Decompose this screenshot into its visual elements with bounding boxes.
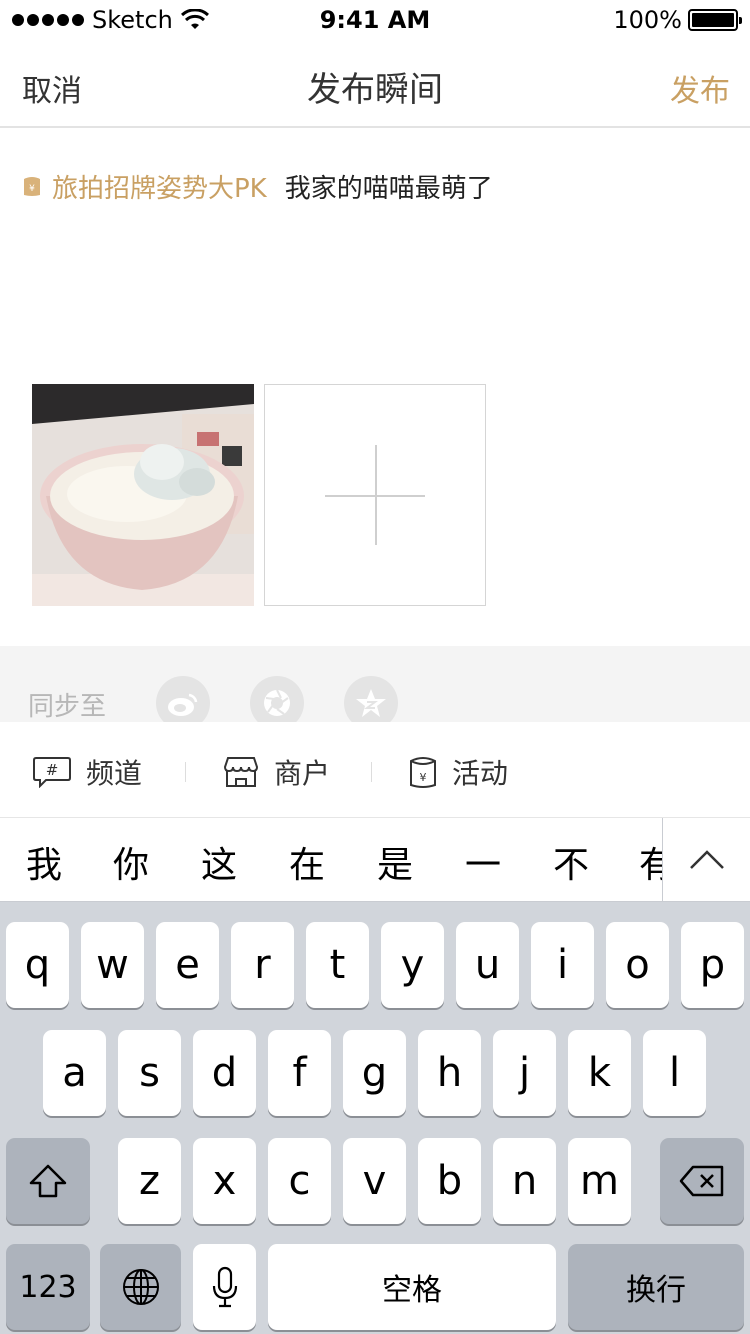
candidate-list: 我 你 这 在 是 一 不 有 xyxy=(0,818,662,901)
return-key[interactable]: 换行 xyxy=(568,1244,744,1330)
key-p[interactable]: p xyxy=(681,922,744,1008)
photo-thumbnail[interactable] xyxy=(32,384,254,606)
key-t[interactable]: t xyxy=(306,922,369,1008)
key-w[interactable]: w xyxy=(81,922,144,1008)
globe-icon xyxy=(122,1269,159,1305)
microphone-icon xyxy=(212,1266,237,1308)
numbers-key[interactable]: 123 xyxy=(6,1244,90,1330)
activity-button[interactable]: ¥ 活动 xyxy=(408,752,508,792)
key-h[interactable]: h xyxy=(418,1030,481,1116)
topic-tag[interactable]: 旅拍招牌姿势大PK xyxy=(52,168,267,205)
key-a[interactable]: a xyxy=(43,1030,106,1116)
shop-button[interactable]: 商户 xyxy=(222,752,330,792)
shift-key[interactable] xyxy=(6,1138,90,1224)
key-e[interactable]: e xyxy=(156,922,219,1008)
key-z[interactable]: z xyxy=(118,1138,181,1224)
expand-candidates-button[interactable] xyxy=(662,818,750,901)
post-text: 我家的喵喵最萌了 xyxy=(284,173,493,204)
key-k[interactable]: k xyxy=(568,1030,631,1116)
keyboard: q w e r t y u i o p a s d f g h j k l z … xyxy=(0,902,750,1334)
key-m[interactable]: m xyxy=(568,1138,631,1224)
key-i[interactable]: i xyxy=(531,922,594,1008)
svg-text:¥: ¥ xyxy=(420,771,427,784)
page-title: 发布瞬间 xyxy=(307,70,443,110)
channel-label: 频道 xyxy=(86,757,143,790)
key-g[interactable]: g xyxy=(343,1030,406,1116)
key-u[interactable]: u xyxy=(456,922,519,1008)
toolbar-divider xyxy=(371,762,372,782)
svg-text:#: # xyxy=(46,761,59,779)
post-composer[interactable]: ¥ 旅拍招牌姿势大PK 我家的喵喵最萌了 xyxy=(22,166,493,206)
activity-icon: ¥ xyxy=(410,757,436,788)
candidate-word[interactable]: 一 xyxy=(453,836,513,888)
microphone-key[interactable] xyxy=(193,1244,256,1330)
battery-icon xyxy=(688,9,742,31)
candidate-word[interactable]: 你 xyxy=(101,836,161,888)
publish-button[interactable]: 发布 xyxy=(670,66,730,110)
candidate-word[interactable]: 我 xyxy=(14,836,74,888)
navigation-bar: 取消 发布瞬间 发布 xyxy=(0,40,750,128)
svg-text:¥: ¥ xyxy=(29,184,35,194)
status-bar: Sketch 9:41 AM 100% xyxy=(0,0,750,40)
key-f[interactable]: f xyxy=(268,1030,331,1116)
add-photo-button[interactable] xyxy=(264,384,486,606)
channel-button[interactable]: # 频道 xyxy=(32,752,142,792)
dessert-photo xyxy=(32,384,254,606)
candidate-word[interactable]: 不 xyxy=(541,836,601,888)
key-n[interactable]: n xyxy=(493,1138,556,1224)
battery-percent: 100% xyxy=(613,6,682,34)
cancel-button[interactable]: 取消 xyxy=(22,66,82,110)
key-v[interactable]: v xyxy=(343,1138,406,1224)
globe-key[interactable] xyxy=(100,1244,181,1330)
key-s[interactable]: s xyxy=(118,1030,181,1116)
activity-topic-icon: ¥ xyxy=(24,177,40,196)
status-right: 100% xyxy=(613,6,742,34)
candidate-word[interactable]: 这 xyxy=(189,836,249,888)
attachment-toolbar: # 频道 商户 ¥ 活动 xyxy=(0,722,750,818)
key-x[interactable]: x xyxy=(193,1138,256,1224)
key-y[interactable]: y xyxy=(381,922,444,1008)
channel-hash-icon: # xyxy=(33,757,71,788)
candidate-word[interactable]: 有 xyxy=(627,836,662,888)
key-q[interactable]: q xyxy=(6,922,69,1008)
key-l[interactable]: l xyxy=(643,1030,706,1116)
key-b[interactable]: b xyxy=(418,1138,481,1224)
shop-label: 商户 xyxy=(274,757,331,790)
candidate-word[interactable]: 是 xyxy=(365,836,425,888)
sync-label: 同步至 xyxy=(28,692,107,722)
backspace-icon xyxy=(679,1165,724,1197)
key-d[interactable]: d xyxy=(193,1030,256,1116)
key-j[interactable]: j xyxy=(493,1030,556,1116)
key-r[interactable]: r xyxy=(231,922,294,1008)
shop-icon xyxy=(223,757,259,787)
candidate-word[interactable]: 在 xyxy=(277,836,337,888)
activity-label: 活动 xyxy=(452,757,509,790)
key-c[interactable]: c xyxy=(268,1138,331,1224)
space-key[interactable]: 空格 xyxy=(268,1244,556,1330)
ime-candidate-bar: 我 你 这 在 是 一 不 有 xyxy=(0,818,750,902)
delete-key[interactable] xyxy=(660,1138,744,1224)
sync-section: 同步至 xyxy=(0,646,750,730)
toolbar-divider xyxy=(185,762,186,782)
key-o[interactable]: o xyxy=(606,922,669,1008)
chevron-up-icon xyxy=(690,850,724,869)
shift-arrow-icon xyxy=(29,1164,67,1198)
